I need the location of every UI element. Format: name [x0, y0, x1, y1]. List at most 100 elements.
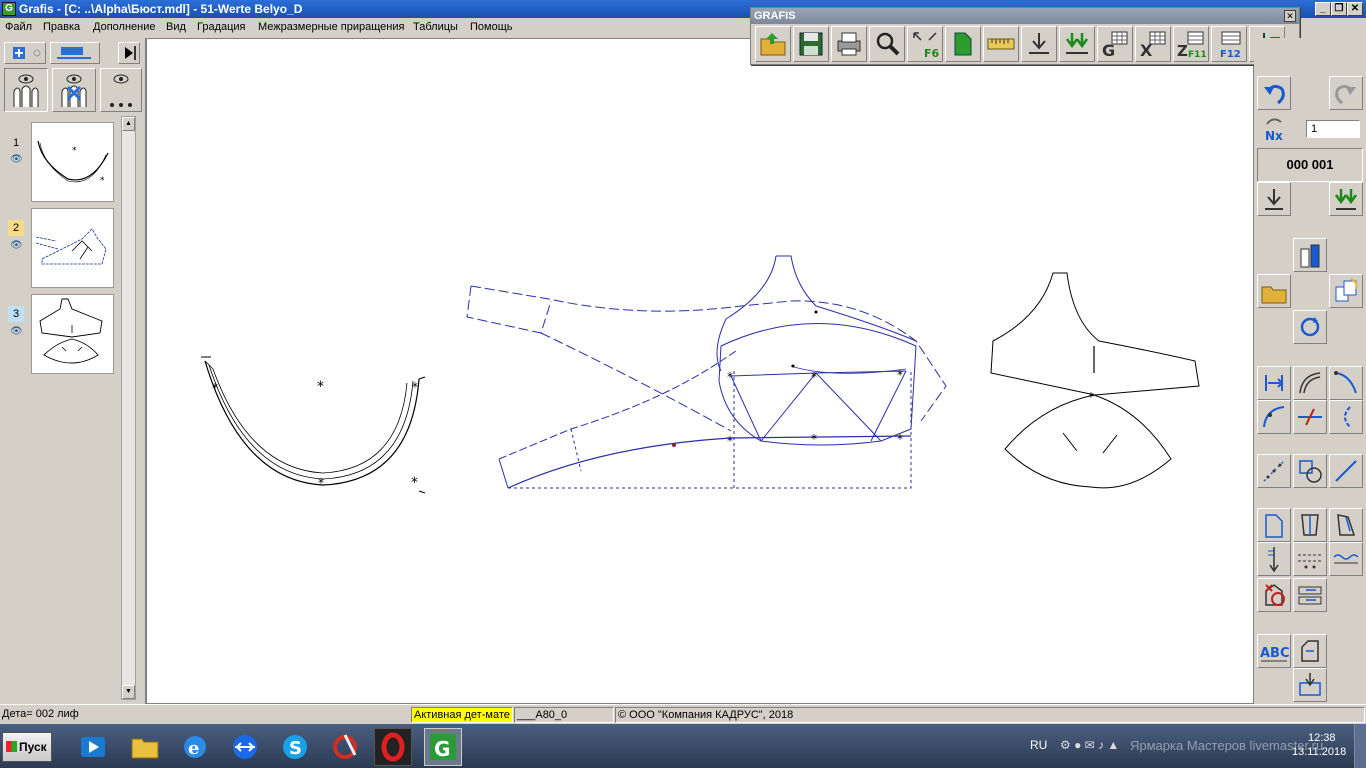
menu-help[interactable]: Помощь — [470, 21, 513, 33]
show-all-button[interactable] — [4, 68, 48, 112]
notch-tool-button[interactable] — [1329, 400, 1363, 434]
arrow-down-icon — [1265, 189, 1283, 210]
language-indicator[interactable]: RU — [1030, 738, 1047, 752]
z-table-button[interactable]: Z F11 — [1173, 26, 1209, 62]
ccleaner-button[interactable] — [326, 728, 364, 766]
eye-icon[interactable]: 👁 — [10, 154, 23, 165]
distance-tool-button[interactable] — [1257, 366, 1291, 400]
redo-button[interactable] — [1329, 76, 1363, 110]
new-piece-button[interactable] — [4, 42, 46, 64]
shapes-tool-button[interactable] — [1293, 454, 1327, 488]
layout-button[interactable] — [50, 42, 100, 64]
text-icon: ABC — [1260, 646, 1289, 662]
cut-line-button[interactable] — [1293, 400, 1327, 434]
grafis-toolbar: GRAFIS ✕ F6 G X Z F11 F12 — [750, 7, 1300, 65]
step-down-button[interactable] — [1257, 182, 1291, 216]
seam-allowance-button[interactable] — [1293, 542, 1327, 576]
eye-icon[interactable]: 👁 — [10, 326, 23, 337]
wave-line-icon — [1333, 554, 1359, 564]
grafis-taskbar-button[interactable]: G — [424, 728, 462, 766]
svg-text:Nx: Nx — [1265, 129, 1283, 143]
copy-piece-button[interactable] — [1329, 274, 1363, 308]
open-piece-button[interactable] — [1257, 274, 1291, 308]
pleat-icon — [1337, 514, 1356, 536]
curve-tool-button[interactable] — [1329, 366, 1363, 400]
text-tool-button[interactable]: ABC — [1257, 634, 1291, 668]
dart-icon — [1301, 514, 1319, 536]
explorer-button[interactable] — [126, 728, 164, 766]
menu-increments[interactable]: Межразмерные приращения — [258, 21, 404, 33]
scroll-down-icon[interactable]: ▼ — [122, 685, 135, 699]
g-table-button[interactable]: G — [1097, 26, 1133, 62]
insert-down-button[interactable] — [1021, 26, 1057, 62]
zoom-button[interactable] — [869, 26, 905, 62]
collapse-panel-button[interactable] — [118, 42, 140, 64]
open-button[interactable] — [755, 26, 791, 62]
menu-view[interactable]: Вид — [166, 21, 186, 33]
svg-text:S: S — [289, 738, 302, 759]
scroll-up-icon[interactable]: ▲ — [122, 117, 135, 131]
double-arrow-down-icon — [1334, 189, 1358, 210]
save-button[interactable] — [793, 26, 829, 62]
opera-button[interactable] — [374, 728, 412, 766]
drawing-canvas[interactable]: * * * * * * * * * * * * — [146, 38, 1254, 704]
media-player-button[interactable] — [74, 728, 112, 766]
arc-tool-button[interactable] — [1257, 400, 1291, 434]
grain-line-button[interactable] — [1257, 542, 1291, 576]
nx-button[interactable]: Nx — [1257, 112, 1291, 146]
hide-pieces-button[interactable] — [52, 68, 96, 112]
ie-button[interactable]: e — [176, 728, 214, 766]
menu-extras[interactable]: Дополнение — [93, 21, 155, 33]
wave-line-button[interactable] — [1329, 542, 1363, 576]
clock-date[interactable]: 13.11.2018 — [1292, 746, 1346, 758]
seam-allowance-icon — [1298, 554, 1322, 569]
start-button[interactable]: Пуск — [2, 732, 52, 762]
menu-file[interactable]: Файл — [5, 21, 32, 33]
x-table-button[interactable]: X — [1135, 26, 1171, 62]
pleat-tool-button[interactable] — [1329, 508, 1363, 542]
dart-tool-button[interactable] — [1293, 508, 1327, 542]
more-options-button[interactable] — [100, 68, 142, 112]
arc-icon — [1263, 406, 1285, 428]
points-tool-button[interactable] — [1257, 454, 1291, 488]
cup-piece: * — [990, 272, 1200, 489]
measure-button[interactable] — [983, 26, 1019, 62]
pieces-scrollbar[interactable]: ▲ ▼ — [121, 116, 136, 700]
measure-line-button[interactable] — [1329, 454, 1363, 488]
piece-button[interactable] — [945, 26, 981, 62]
menu-tables[interactable]: Таблицы — [413, 21, 458, 33]
undo-button[interactable] — [1257, 76, 1291, 110]
rotate-button[interactable] — [1293, 310, 1327, 344]
teamviewer-button[interactable] — [226, 728, 264, 766]
nx-input[interactable]: 1 — [1306, 120, 1360, 138]
f12-table-button[interactable]: F12 — [1211, 26, 1247, 62]
parallel-tool-button[interactable] — [1293, 366, 1327, 400]
show-desktop-button[interactable] — [1354, 724, 1366, 768]
close-button[interactable]: ✕ — [1347, 2, 1363, 16]
close-icon[interactable]: ✕ — [1284, 10, 1296, 22]
menu-edit[interactable]: Правка — [43, 21, 80, 33]
delete-piece-button[interactable] — [1257, 578, 1291, 612]
menu-grading[interactable]: Градация — [197, 21, 246, 33]
piece-thumbnail-1[interactable]: * * — [31, 122, 114, 202]
fit-view-button[interactable]: F6 — [907, 26, 943, 62]
step-all-down-button[interactable] — [1329, 182, 1363, 216]
piece-thumbnail-2[interactable] — [31, 208, 114, 288]
undo-icon — [1264, 84, 1285, 105]
insert-all-down-button[interactable] — [1059, 26, 1095, 62]
minimize-button[interactable]: _ — [1315, 2, 1331, 16]
transfer-button[interactable] — [1293, 578, 1327, 612]
piece-outline-button[interactable] — [1257, 508, 1291, 542]
export-button[interactable] — [1293, 668, 1327, 702]
measure-icon — [987, 38, 1015, 50]
svg-text:*: * — [318, 476, 324, 490]
label-tool-button[interactable] — [1293, 634, 1327, 668]
pieces-view-button[interactable] — [1293, 238, 1327, 272]
x-table-icon: X — [1140, 31, 1166, 59]
clock-time[interactable]: 12:38 — [1308, 732, 1336, 744]
piece-thumbnail-3[interactable] — [31, 294, 114, 374]
skype-button[interactable]: S — [276, 728, 314, 766]
eye-icon[interactable]: 👁 — [10, 240, 23, 251]
restore-button[interactable]: ❐ — [1331, 2, 1347, 16]
print-button[interactable] — [831, 26, 867, 62]
